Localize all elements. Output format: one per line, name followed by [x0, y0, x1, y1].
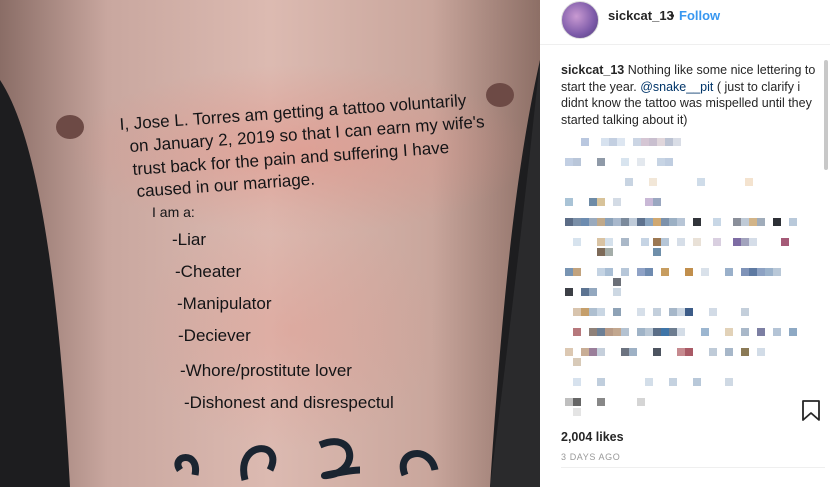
post-header: sickcat_13 • Follow: [540, 0, 830, 45]
divider: [561, 467, 825, 468]
tattoo-item-2: -Cheater: [175, 262, 241, 281]
follow-button[interactable]: Follow: [679, 8, 720, 23]
tattoo-iam: I am a:: [152, 204, 195, 220]
tattoo-photo: I, Jose L. Torres am getting a tattoo vo…: [0, 0, 540, 487]
pixelated-comments: [565, 138, 797, 416]
post-sidebar: sickcat_13 • Follow sickcat_13 Nothing l…: [540, 0, 830, 487]
bookmark-icon[interactable]: [801, 400, 821, 422]
avatar[interactable]: [561, 1, 599, 39]
post-timestamp[interactable]: 3 DAYS AGO: [561, 452, 620, 462]
tattoo-item-6: -Dishonest and disrespectul: [184, 393, 394, 412]
tattoo-item-5: -Whore/prostitute lover: [180, 361, 352, 380]
likes-count[interactable]: 2,004 likes: [561, 430, 624, 444]
tattoo-item-3: -Manipulator: [177, 294, 272, 313]
caption-mention[interactable]: @snake__pit: [640, 80, 713, 94]
username-link[interactable]: sickcat_13: [608, 8, 674, 23]
header-separator: •: [670, 8, 675, 23]
blurred-comment-blocks: [565, 138, 797, 416]
caption-username[interactable]: sickcat_13: [561, 63, 624, 77]
post-photo[interactable]: I, Jose L. Torres am getting a tattoo vo…: [0, 0, 540, 487]
tattoo-item-4: -Deciever: [178, 326, 251, 345]
tattoo-item-1: -Liar: [172, 230, 206, 249]
post-caption: sickcat_13 Nothing like some nice letter…: [561, 62, 816, 128]
